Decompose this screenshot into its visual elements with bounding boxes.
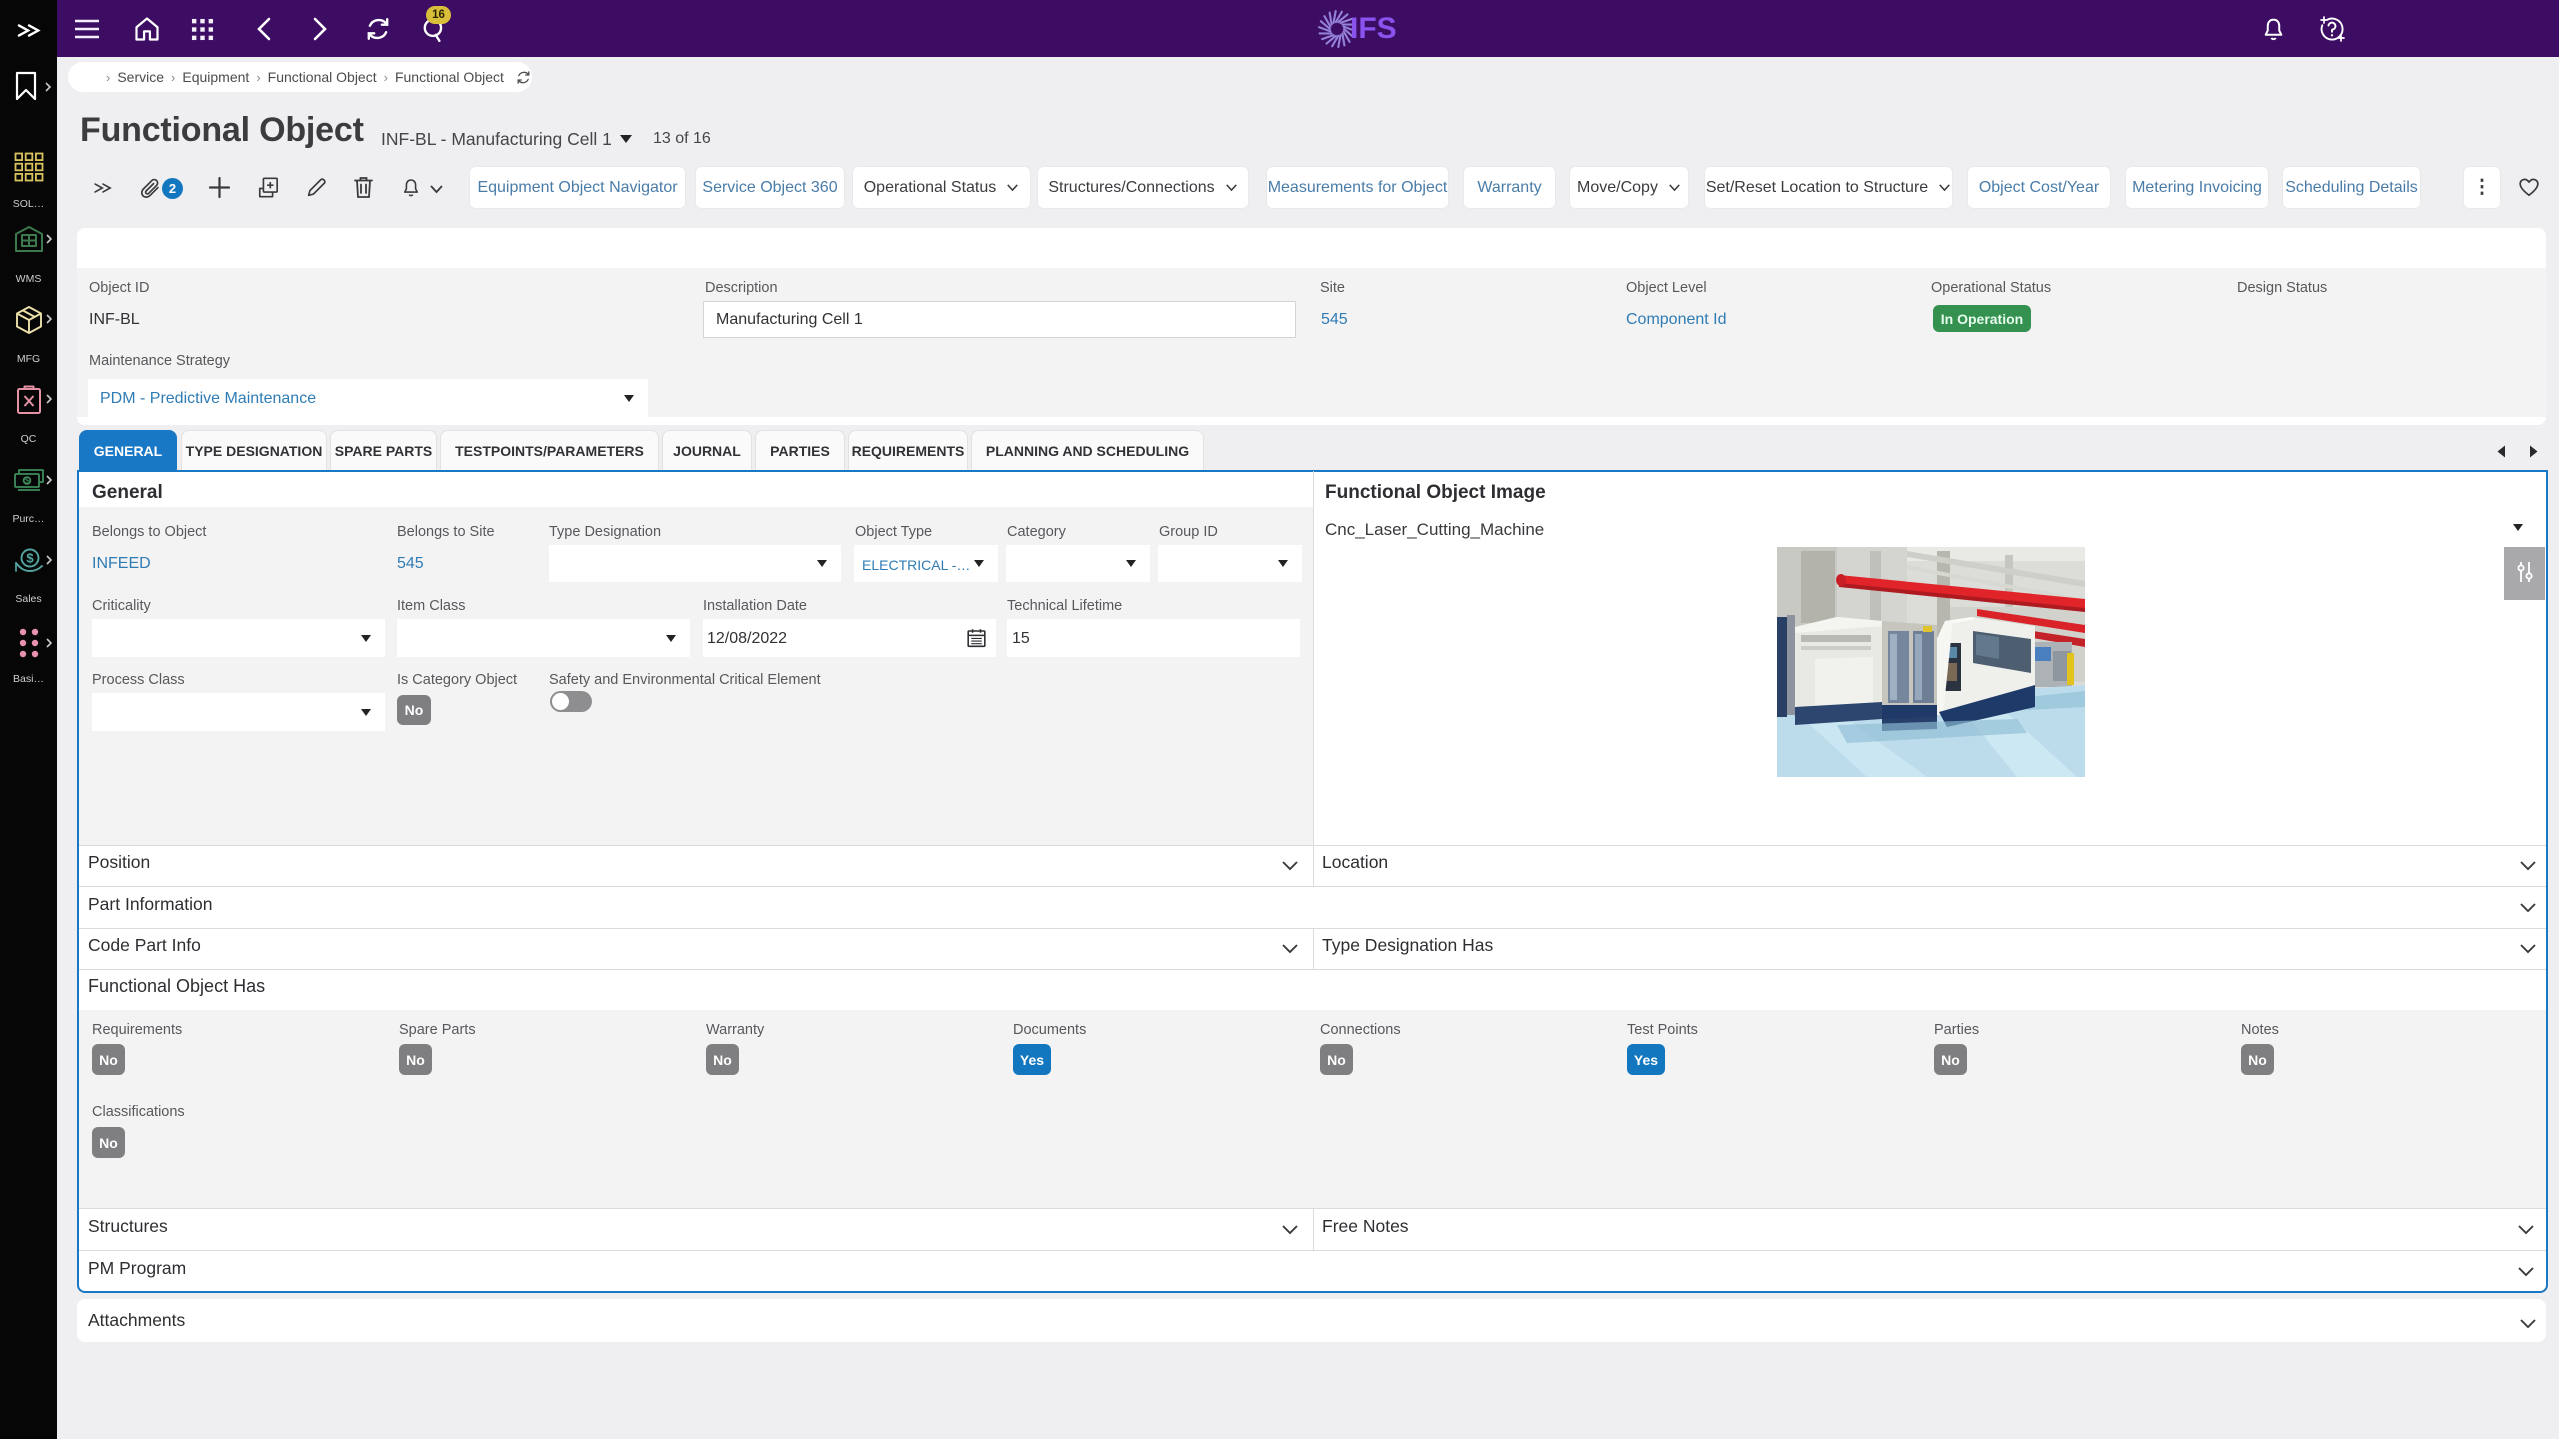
svg-text:$: $ (24, 476, 29, 486)
svg-text:$: $ (26, 551, 34, 566)
